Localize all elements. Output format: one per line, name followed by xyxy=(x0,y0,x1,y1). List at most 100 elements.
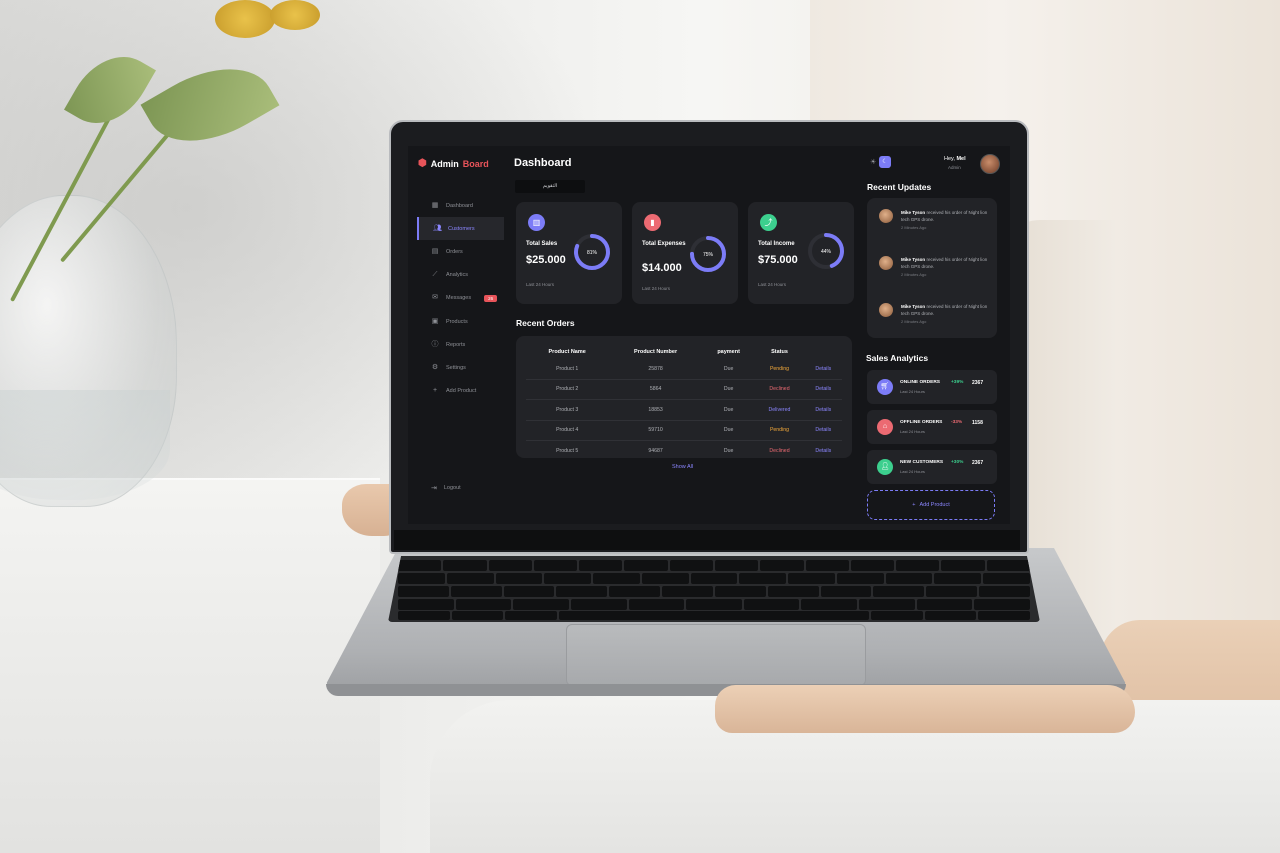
card-footer: Last 24 Hours xyxy=(758,282,787,287)
analytics-sub: Last 24 Hours xyxy=(900,429,925,434)
key-row xyxy=(398,611,1031,620)
user-name: Mel xyxy=(956,156,966,162)
recent-orders-title: Recent Orders xyxy=(516,318,575,328)
sidebar-item-messages[interactable]: ✉ Messages 26 xyxy=(417,287,504,310)
analytics-number: 2367 xyxy=(972,380,984,386)
report-icon: ⓘ xyxy=(431,340,439,348)
avatar xyxy=(879,209,893,223)
table-row: Product 1 25878 Due Pending Details xyxy=(526,359,842,380)
trackpad xyxy=(566,624,866,686)
avatar[interactable] xyxy=(980,154,1000,174)
sidebar-item-label: Orders xyxy=(446,248,463,255)
logo-icon: ⬢ xyxy=(418,158,427,169)
product-number: 5864 xyxy=(608,379,703,400)
page-title: Dashboard xyxy=(514,157,572,169)
sidebar-item-analytics[interactable]: ⟋ Analytics xyxy=(417,264,504,287)
logout-icon: ⇥ xyxy=(431,485,437,492)
sidebar-item-label: Analytics xyxy=(446,272,469,279)
details-link[interactable]: Details xyxy=(804,359,842,380)
key-row xyxy=(398,560,1030,571)
sidebar-item-label: Add Product xyxy=(446,388,477,395)
update-user: Mike Tyson xyxy=(901,257,926,262)
analytics-number: 2367 xyxy=(972,460,984,466)
status-declined: Declined xyxy=(769,447,790,454)
vase-water xyxy=(0,390,170,500)
recent-updates-panel: Mike Tyson received his order of Night l… xyxy=(867,198,997,338)
sidebar-item-add-product[interactable]: + Add Product xyxy=(417,380,504,403)
recent-updates-title: Recent Updates xyxy=(867,182,932,192)
sales-analytics-title: Sales Analytics xyxy=(866,353,929,363)
details-link[interactable]: Details xyxy=(805,441,842,461)
sidebar-item-reports[interactable]: ⓘ Reports xyxy=(417,333,504,356)
date-picker[interactable]: التقويم xyxy=(515,180,585,193)
main-content: Dashboard التقويم ▥ Total Sales $25.000 … xyxy=(514,146,854,524)
product-number: 25878 xyxy=(608,359,703,380)
total-income-card: ⤴ Total Income $75.000 Last 24 Hours 44% xyxy=(748,202,854,304)
product-number: 18853 xyxy=(608,399,703,421)
total-sales-card: ▥ Total Sales $25.000 Last 24 Hours 81% xyxy=(516,202,622,304)
sidebar-item-settings[interactable]: ⚙ Settings xyxy=(417,356,504,379)
top-bar: ☀ ☾ Hey, Mel Admin xyxy=(870,154,1004,176)
cart-icon: 🛒︎ xyxy=(877,379,893,395)
status-declined: Declined xyxy=(754,379,805,400)
card-label: Total Sales xyxy=(526,241,558,247)
payment: Due xyxy=(702,379,755,400)
product-number: 59710 xyxy=(608,420,703,441)
analytics-percent: -33% xyxy=(951,420,963,425)
card-footer: Last 24 Hours xyxy=(526,282,555,287)
card-value: $14.000 xyxy=(642,262,682,274)
table-row: Product 5 94687 Due Declined Details xyxy=(526,441,842,461)
sidebar-item-products[interactable]: ▣ Products xyxy=(417,310,504,333)
progress-ring: 75% xyxy=(690,236,726,272)
product-name: Product 1 xyxy=(526,359,609,380)
status-pending: Pending xyxy=(754,420,805,441)
clipboard-icon: ▤ xyxy=(431,247,439,255)
key-row xyxy=(398,586,1030,597)
table-row: Product 4 59710 Due Pending Details xyxy=(526,420,842,441)
users-icon: 👥︎ xyxy=(433,224,442,232)
new-customers-card: 👤︎ NEW CUSTOMERS Last 24 Hours +30% 2367 xyxy=(867,450,997,484)
table-row: Product 2 5864 Due Declined Details xyxy=(526,379,842,400)
update-time: 2 Minutes Ago xyxy=(901,272,927,277)
payment: Due xyxy=(702,399,755,421)
key-row xyxy=(398,599,1031,610)
ring-percent: 44% xyxy=(821,249,832,255)
details-link[interactable]: Details xyxy=(804,379,842,400)
avatar xyxy=(879,303,893,317)
logout-button[interactable]: ⇥ Logout xyxy=(431,484,461,492)
avatar xyxy=(879,256,893,270)
laptop-hinge xyxy=(394,530,1020,550)
keyboard xyxy=(388,556,1040,622)
chart-icon: ⟋ xyxy=(432,271,438,279)
status-pending: Pending xyxy=(754,359,805,380)
stats-icon: ▮ xyxy=(644,214,661,231)
add-product-label: Add Product xyxy=(919,502,950,508)
progress-ring: 44% xyxy=(808,233,844,269)
sidebar-item-label: Dashboard xyxy=(446,202,473,209)
update-time: 2 Minutes Ago xyxy=(901,319,927,324)
brand-title: Admin xyxy=(430,158,459,169)
column-header xyxy=(805,345,842,359)
update-time: 2 Minutes Ago xyxy=(901,225,927,230)
sun-icon[interactable]: ☀ xyxy=(870,158,876,166)
gear-icon: ⚙ xyxy=(431,363,439,371)
total-expenses-card: ▮ Total Expenses $14.000 Last 24 Hours 7… xyxy=(632,202,738,304)
messages-count-badge: 26 xyxy=(484,294,498,302)
sidebar-nav: ▦ Dashboard 👥︎ Customers ▤ Orders ⟋ Anal… xyxy=(417,194,504,403)
key-row xyxy=(398,573,1030,584)
details-link[interactable]: Details xyxy=(804,420,842,441)
flower-bud xyxy=(215,0,275,38)
sidebar-item-customers[interactable]: 👥︎ Customers xyxy=(417,217,504,241)
card-value: $25.000 xyxy=(526,254,566,266)
brand-logo[interactable]: ⬢ Admin Board xyxy=(418,158,489,169)
sidebar-item-dashboard[interactable]: ▦ Dashboard xyxy=(417,194,504,217)
moon-icon[interactable]: ☾ xyxy=(879,156,891,168)
add-product-button[interactable]: + Add Product xyxy=(867,490,995,520)
show-all-link[interactable]: Show All xyxy=(672,464,693,470)
sidebar-item-orders[interactable]: ▤ Orders xyxy=(417,240,504,263)
offline-orders-card: ⌂ OFFLINE ORDERS Last 24 Hours -33% 1158 xyxy=(867,410,997,444)
sidebar-item-label: Messages xyxy=(446,295,472,302)
logout-label: Logout xyxy=(443,485,461,491)
card-label: Total Expenses xyxy=(642,241,686,247)
details-link[interactable]: Details xyxy=(804,399,842,421)
